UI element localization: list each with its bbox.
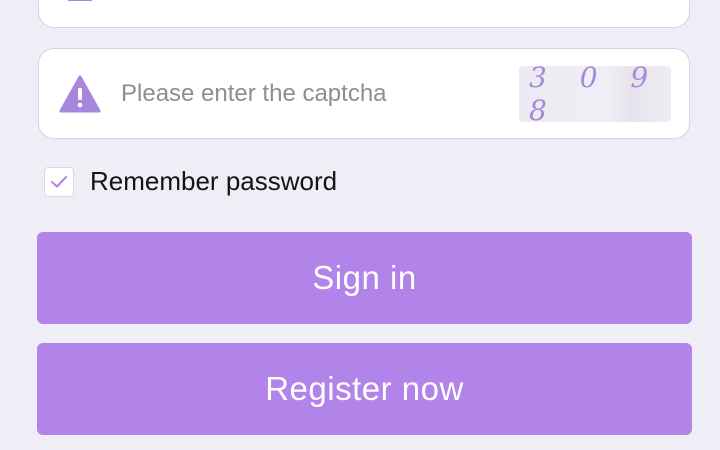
lock-icon: [67, 0, 93, 1]
sign-in-button[interactable]: Sign in: [37, 232, 692, 324]
warning-triangle-icon: [59, 75, 101, 113]
password-field[interactable]: [38, 0, 690, 28]
remember-password-label: Remember password: [90, 166, 338, 196]
remember-password-checkbox[interactable]: [44, 166, 74, 197]
captcha-input[interactable]: [121, 73, 501, 115]
captcha-code: 3 0 9 8: [529, 61, 661, 127]
checkmark-icon: [51, 175, 67, 187]
register-now-button[interactable]: Register now: [37, 343, 692, 435]
captcha-image[interactable]: 3 0 9 8: [519, 61, 671, 127]
captcha-field: 3 0 9 8: [38, 48, 690, 139]
login-form: 3 0 9 8 Remember password Sign in Regist…: [0, 0, 720, 450]
remember-password-option[interactable]: Remember password: [44, 166, 337, 197]
